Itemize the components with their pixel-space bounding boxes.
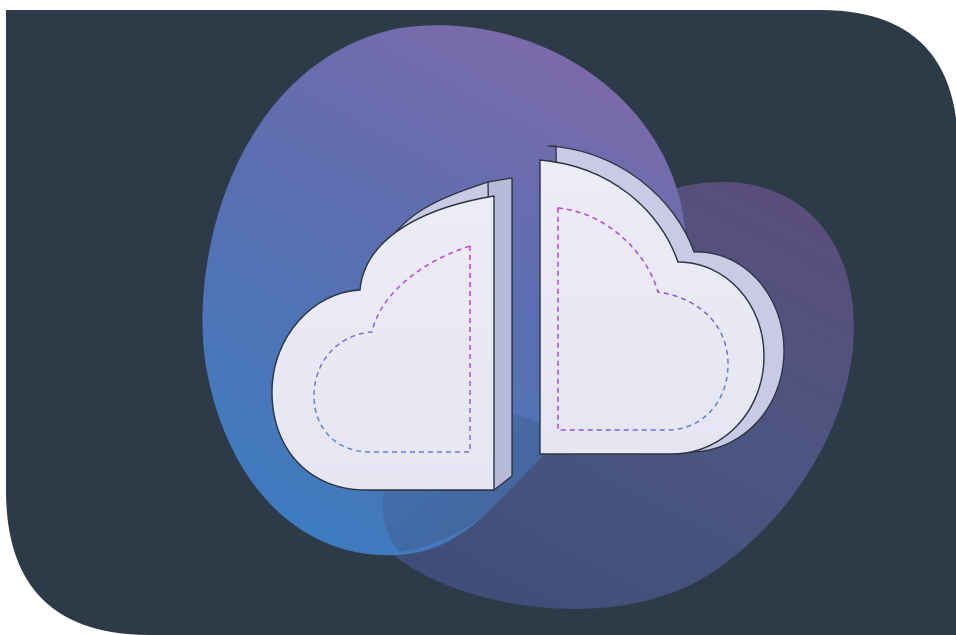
split-cloud-illustration	[6, 10, 956, 635]
illustration-canvas	[0, 0, 956, 635]
